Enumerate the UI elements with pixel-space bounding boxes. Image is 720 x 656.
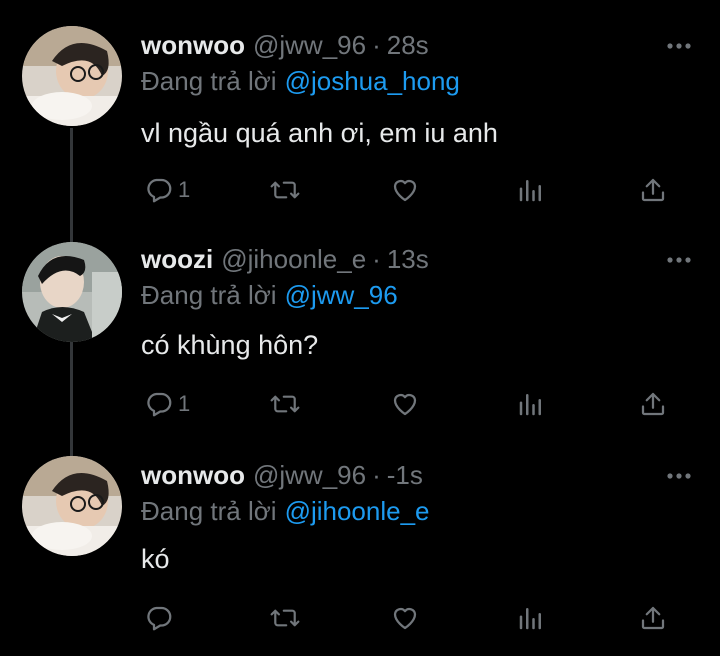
heart-icon xyxy=(393,607,417,630)
retweet-button[interactable] xyxy=(268,170,302,210)
share-icon xyxy=(641,392,665,416)
heart-icon xyxy=(393,393,417,416)
user-handle[interactable]: @jww_96 xyxy=(253,460,366,490)
retweet-icon xyxy=(270,395,300,413)
tweet-text: vl ngầu quá anh ơi, em iu anh xyxy=(141,118,498,148)
timestamp[interactable]: 28s xyxy=(387,30,429,60)
share-button[interactable] xyxy=(638,598,668,638)
retweet-icon xyxy=(270,609,300,627)
like-button[interactable] xyxy=(390,170,420,210)
avatar[interactable] xyxy=(22,26,122,126)
display-name[interactable]: wonwoo xyxy=(141,30,245,60)
reply-icon xyxy=(147,178,172,203)
separator-dot: · xyxy=(372,30,381,60)
user-handle[interactable]: @jww_96 xyxy=(253,30,366,60)
share-button[interactable] xyxy=(638,384,668,424)
avatar[interactable] xyxy=(22,456,122,556)
replying-prefix: Đang trả lời xyxy=(141,496,277,526)
like-button[interactable] xyxy=(390,384,420,424)
replying-prefix: Đang trả lời xyxy=(141,66,277,96)
views-button[interactable] xyxy=(516,598,546,638)
replying-to: Đang trả lời @jihoonle_e xyxy=(141,496,430,527)
timestamp[interactable]: 13s xyxy=(387,244,429,274)
tweet-header: woozi @jihoonle_e · 13s xyxy=(141,244,429,275)
tweet-actions: 1 xyxy=(0,170,720,210)
separator-dot: · xyxy=(372,460,381,490)
tweet-actions xyxy=(0,598,720,638)
more-options-button[interactable] xyxy=(664,250,694,270)
user-handle[interactable]: @jihoonle_e xyxy=(221,244,366,274)
display-name[interactable]: woozi xyxy=(141,244,213,274)
reply-button[interactable]: 1 xyxy=(144,384,190,424)
views-icon xyxy=(519,394,541,416)
more-icon xyxy=(667,43,691,49)
reply-icon xyxy=(147,392,172,417)
more-options-button[interactable] xyxy=(664,466,694,486)
replying-to: Đang trả lời @joshua_hong xyxy=(141,66,460,97)
more-icon xyxy=(667,473,691,479)
share-button[interactable] xyxy=(638,170,668,210)
tweet-header: wonwoo @jww_96 · -1s xyxy=(141,460,423,491)
share-icon xyxy=(641,606,665,630)
reply-count: 1 xyxy=(178,177,191,202)
reply-button[interactable]: 1 xyxy=(144,170,190,210)
like-button[interactable] xyxy=(390,598,420,638)
tweet-text: có khùng hôn? xyxy=(141,330,319,360)
views-button[interactable] xyxy=(516,384,546,424)
mention-link[interactable]: @jihoonle_e xyxy=(285,496,430,526)
views-icon xyxy=(519,608,541,630)
timestamp[interactable]: -1s xyxy=(387,460,423,490)
tweet-actions: 1 xyxy=(0,384,720,424)
share-icon xyxy=(641,178,665,202)
reply-count: 1 xyxy=(178,391,191,416)
views-button[interactable] xyxy=(516,170,546,210)
replying-to: Đang trả lời @jww_96 xyxy=(141,280,398,311)
mention-link[interactable]: @joshua_hong xyxy=(285,66,460,96)
tweet-text: kó xyxy=(141,544,170,574)
display-name[interactable]: wonwoo xyxy=(141,460,245,490)
retweet-button[interactable] xyxy=(268,384,302,424)
retweet-icon xyxy=(270,181,300,199)
mention-link[interactable]: @jww_96 xyxy=(285,280,398,310)
views-icon xyxy=(519,180,541,202)
heart-icon xyxy=(393,179,417,202)
reply-icon xyxy=(147,606,172,631)
separator-dot: · xyxy=(372,244,381,274)
tweet-header: wonwoo @jww_96 · 28s xyxy=(141,30,429,61)
more-icon xyxy=(667,257,691,263)
retweet-button[interactable] xyxy=(268,598,302,638)
avatar[interactable] xyxy=(22,242,122,342)
more-options-button[interactable] xyxy=(664,36,694,56)
reply-button[interactable] xyxy=(144,598,178,638)
replying-prefix: Đang trả lời xyxy=(141,280,277,310)
